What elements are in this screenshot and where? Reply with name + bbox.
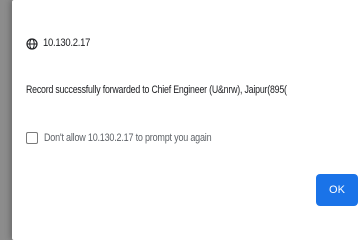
dialog-message: Record successfully forwarded to Chief E…	[26, 84, 287, 96]
suppress-prompts-option[interactable]: Don't allow 10.130.2.17 to prompt you ag…	[26, 130, 248, 146]
alert-dialog: 10.130.2.17 Record successfully forwarde…	[12, 0, 359, 240]
globe-icon	[26, 37, 38, 50]
dialog-origin: 10.130.2.17	[26, 36, 98, 50]
ok-button[interactable]: OK	[316, 174, 358, 206]
dialog-origin-text: 10.130.2.17	[43, 37, 91, 49]
suppress-prompts-checkbox[interactable]	[26, 132, 38, 144]
suppress-prompts-label: Don't allow 10.130.2.17 to prompt you ag…	[44, 132, 212, 144]
